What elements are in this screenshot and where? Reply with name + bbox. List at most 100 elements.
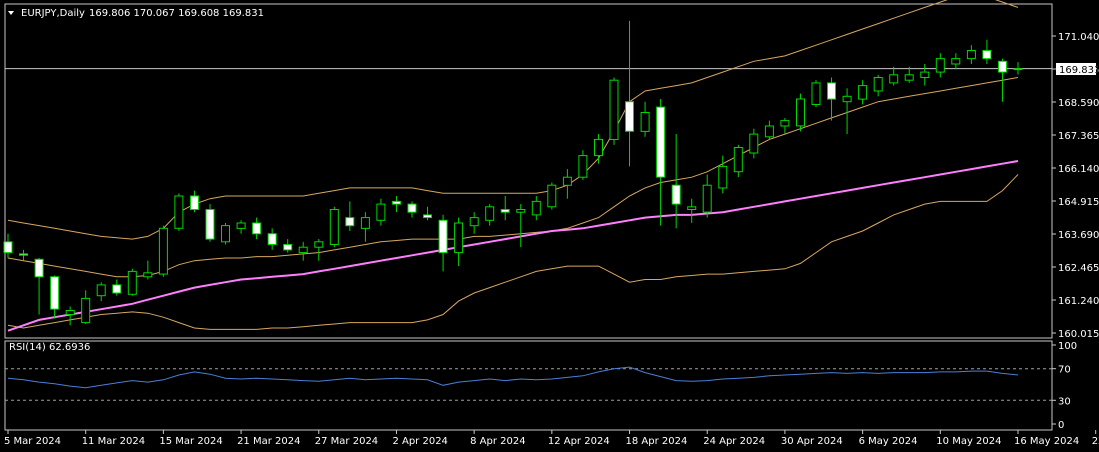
date-tick-label: 5 Mar 2024 bbox=[4, 436, 61, 447]
candle-body bbox=[112, 284, 122, 294]
rsi-line bbox=[7, 366, 1019, 389]
candle bbox=[827, 77, 836, 121]
candle bbox=[796, 93, 805, 132]
candle-body bbox=[687, 206, 697, 211]
candle-body bbox=[951, 58, 961, 65]
candle-body bbox=[796, 98, 805, 127]
candle bbox=[1013, 62, 1023, 75]
candle bbox=[873, 74, 883, 97]
date-tick-label: 27 Mar 2024 bbox=[315, 436, 378, 447]
candle-body bbox=[594, 138, 603, 157]
candle-body bbox=[236, 222, 246, 229]
rsi-tick-label: 100 bbox=[1058, 341, 1077, 352]
candle-body bbox=[998, 60, 1007, 73]
candle bbox=[50, 275, 60, 319]
candle-body bbox=[298, 246, 308, 254]
candle bbox=[423, 206, 432, 221]
candle-body bbox=[671, 184, 681, 205]
candle-body bbox=[1013, 68, 1023, 71]
candle bbox=[687, 198, 697, 223]
candle bbox=[516, 204, 526, 248]
candle bbox=[656, 99, 666, 226]
rsi-tick-label: 30 bbox=[1058, 396, 1071, 407]
candle-body bbox=[392, 200, 401, 205]
candle bbox=[578, 150, 588, 180]
candle bbox=[205, 204, 215, 242]
candle bbox=[298, 241, 308, 261]
trading-chart-window: 171.040169.815168.590167.365166.140164.9… bbox=[0, 0, 1099, 452]
main-chart-frame bbox=[4, 3, 1053, 339]
candle bbox=[345, 201, 355, 232]
candle bbox=[749, 128, 759, 159]
candle bbox=[143, 260, 153, 280]
candle bbox=[376, 198, 386, 226]
chart-ohlc-header: 169.806 170.067 169.608 169.831 bbox=[89, 8, 264, 19]
candle bbox=[329, 206, 339, 248]
date-tick-label: 16 May 2024 bbox=[1014, 436, 1079, 447]
candle-body bbox=[205, 209, 215, 240]
candle-body bbox=[733, 147, 743, 173]
candle-body bbox=[625, 101, 634, 132]
upper-band-line bbox=[7, 0, 1019, 240]
candle-body bbox=[966, 50, 976, 60]
candle bbox=[702, 174, 712, 218]
candle bbox=[935, 53, 945, 78]
candle-body bbox=[34, 258, 44, 278]
candle bbox=[982, 39, 992, 65]
candle-body bbox=[423, 214, 432, 219]
candle bbox=[392, 196, 401, 213]
candle-body bbox=[764, 125, 774, 138]
rsi-tick-label: 0 bbox=[1058, 420, 1064, 431]
date-tick-label: 30 Apr 2024 bbox=[781, 436, 843, 447]
candle bbox=[764, 120, 774, 140]
candle bbox=[920, 64, 930, 86]
price-tick-label: 160.015 bbox=[1058, 329, 1099, 340]
candle bbox=[19, 249, 28, 261]
date-tick-label: 22 May 2024 bbox=[1092, 436, 1099, 447]
candle-body bbox=[749, 133, 759, 154]
candle bbox=[718, 155, 728, 194]
candle-body bbox=[702, 184, 712, 213]
candle-body bbox=[811, 82, 821, 106]
candle-body bbox=[920, 71, 930, 78]
candle bbox=[625, 20, 634, 167]
candle bbox=[190, 190, 199, 213]
candle-body bbox=[407, 203, 417, 213]
candle bbox=[531, 196, 541, 221]
candle-body bbox=[158, 227, 168, 275]
candle bbox=[469, 212, 479, 234]
candle-body bbox=[780, 120, 790, 127]
candle bbox=[904, 66, 914, 83]
candle-body bbox=[454, 222, 464, 254]
candle bbox=[951, 53, 961, 70]
candle-body bbox=[143, 272, 153, 278]
candle bbox=[158, 225, 168, 277]
candle bbox=[174, 193, 184, 232]
candle-body bbox=[982, 50, 992, 60]
candle-body bbox=[718, 165, 728, 189]
date-tick-label: 10 May 2024 bbox=[936, 436, 1001, 447]
candle bbox=[594, 134, 603, 164]
price-tick-label: 164.915 bbox=[1058, 197, 1099, 208]
candle bbox=[485, 204, 495, 226]
candle-body bbox=[190, 195, 199, 210]
candle-body bbox=[873, 77, 883, 92]
date-tick-label: 8 Apr 2024 bbox=[470, 436, 525, 447]
dropdown-triangle-icon[interactable] bbox=[8, 11, 14, 15]
price-tick-label: 167.365 bbox=[1058, 131, 1099, 142]
price-tick-label: 162.465 bbox=[1058, 263, 1099, 274]
candle-body bbox=[904, 74, 914, 81]
candle bbox=[81, 290, 91, 324]
candle-body bbox=[3, 241, 13, 254]
chart-canvas[interactable]: 171.040169.815168.590167.365166.140164.9… bbox=[0, 0, 1099, 452]
candle bbox=[283, 239, 293, 253]
date-tick-label: 21 Mar 2024 bbox=[237, 436, 300, 447]
rsi-panel-frame bbox=[4, 340, 1053, 431]
candle bbox=[733, 144, 743, 178]
date-tick-label: 24 Apr 2024 bbox=[703, 436, 765, 447]
candle-body bbox=[65, 310, 75, 315]
candle-body bbox=[516, 209, 526, 213]
candle-body bbox=[500, 209, 510, 213]
candle bbox=[609, 77, 619, 145]
candle-body bbox=[469, 217, 479, 227]
